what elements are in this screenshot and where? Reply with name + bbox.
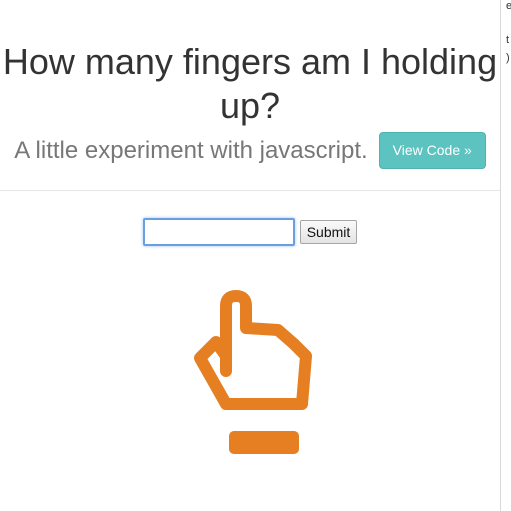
page-header: How many fingers am I holding up? A litt… [0,0,500,191]
page-subtitle: A little experiment with javascript. [14,136,368,164]
page: How many fingers am I holding up? A litt… [0,0,511,511]
page-title: How many fingers am I holding up? [2,41,498,126]
hand-cuff [229,431,299,454]
submit-button[interactable]: Submit [299,220,358,244]
hand-outline [194,290,312,410]
subtitle-row: A little experiment with javascript. Vie… [0,132,500,169]
pointing-hand-icon [194,290,312,454]
guess-form: Submit [0,218,500,246]
answer-input[interactable] [142,218,295,246]
view-code-button[interactable]: View Code » [378,132,486,169]
hand-icon-container [186,286,316,461]
window-edge: e t ) [500,0,511,511]
